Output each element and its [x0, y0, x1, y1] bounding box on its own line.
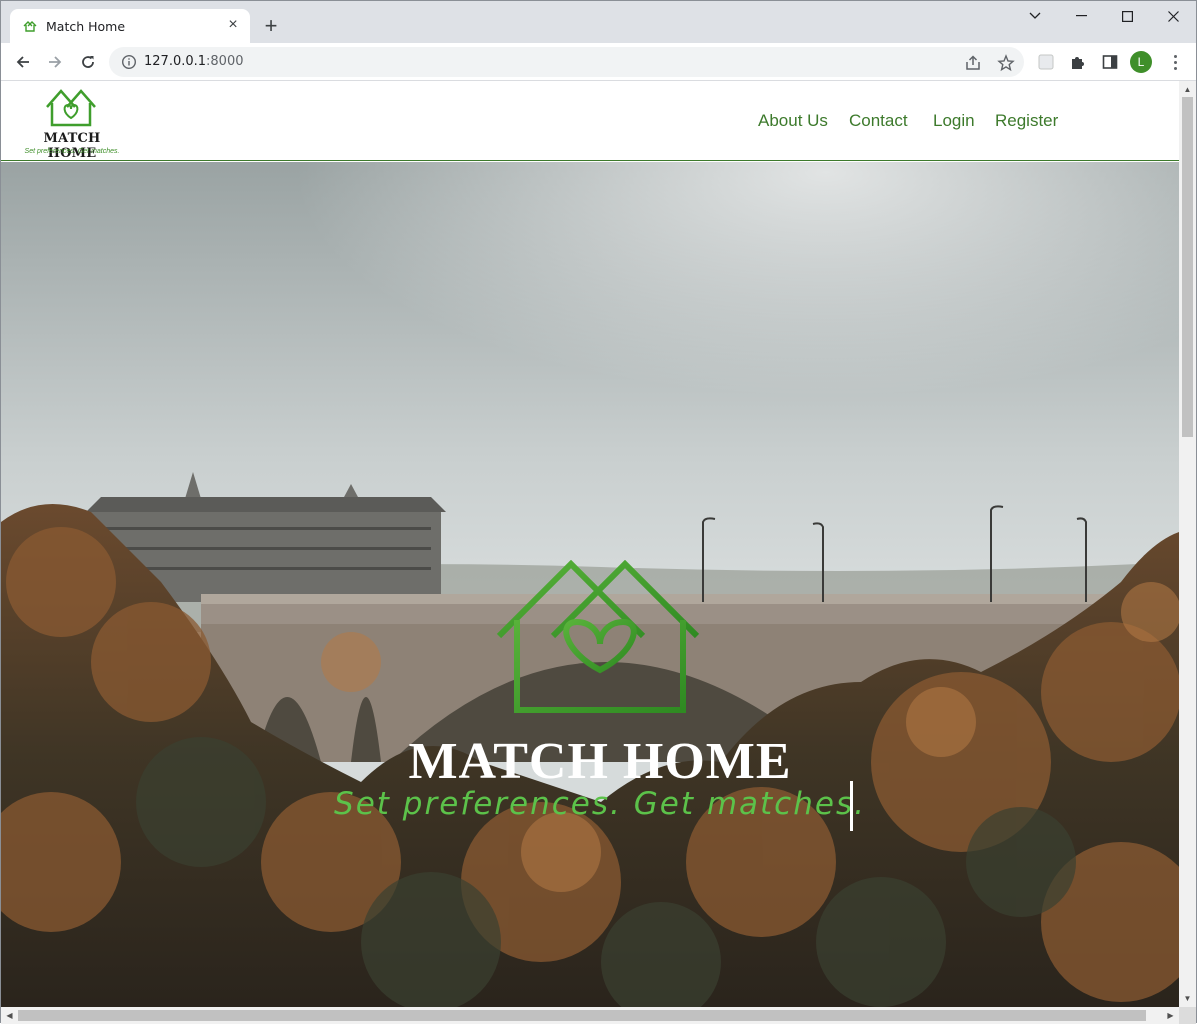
- url-port: :8000: [206, 54, 244, 69]
- maximize-button[interactable]: [1104, 5, 1150, 27]
- browser-menu-icon[interactable]: [1165, 51, 1185, 73]
- puzzle-icon: [1072, 57, 1084, 69]
- reload-icon: [82, 56, 94, 68]
- site-header: MATCH HOME Set preferences. Get matches.…: [1, 81, 1179, 161]
- scroll-down-icon[interactable]: ▼: [1183, 994, 1192, 1003]
- nav-about-us[interactable]: About Us: [758, 111, 828, 131]
- house-heart-icon: [23, 21, 37, 32]
- scroll-right-icon[interactable]: ▶: [1166, 1011, 1175, 1020]
- reload-button[interactable]: [76, 50, 100, 74]
- chevron-down-icon: [1029, 12, 1041, 19]
- extensions-button[interactable]: [1068, 52, 1088, 72]
- brand-name[interactable]: MATCH HOME: [21, 131, 123, 161]
- tab-close-icon[interactable]: ×: [224, 16, 242, 34]
- minimize-button[interactable]: [1058, 5, 1104, 27]
- brand-tagline: Set preferences. Get matches.: [24, 148, 120, 155]
- address-bar[interactable]: 127.0.0.1:8000: [109, 47, 1024, 77]
- hero-logo-icon: [496, 560, 700, 713]
- tab-title: Match Home: [46, 19, 126, 34]
- scroll-up-icon[interactable]: ▲: [1183, 85, 1192, 94]
- profile-avatar[interactable]: L: [1130, 51, 1152, 73]
- page-viewport: MATCH HOME Set preferences. Get matches.…: [1, 81, 1179, 1007]
- scroll-left-icon[interactable]: ◀: [5, 1011, 14, 1020]
- back-arrow-icon: [16, 56, 29, 68]
- tab-strip: Match Home × +: [1, 1, 1196, 43]
- tab-search-button[interactable]: [1012, 5, 1058, 27]
- forward-button[interactable]: [43, 50, 67, 74]
- side-panel-icon: [1102, 55, 1118, 69]
- url-host: 127.0.0.1: [144, 54, 207, 69]
- minimize-icon: [1075, 15, 1087, 17]
- share-icon[interactable]: [964, 54, 982, 72]
- url-text: 127.0.0.1:8000: [144, 54, 244, 69]
- hero-tagline: Set preferences. Get matches.: [334, 786, 866, 822]
- scrollbar-corner: [1179, 1007, 1196, 1024]
- hero-title: MATCH HOME: [408, 733, 792, 790]
- vertical-scroll-thumb[interactable]: [1182, 97, 1193, 437]
- browser-toolbar: 127.0.0.1:8000 L: [1, 43, 1196, 81]
- close-window-button[interactable]: [1150, 5, 1196, 27]
- nav-register[interactable]: Register: [995, 111, 1058, 131]
- star-icon[interactable]: [997, 54, 1015, 72]
- extension-icon[interactable]: [1036, 52, 1056, 72]
- maximize-icon: [1121, 10, 1133, 22]
- horizontal-scrollbar[interactable]: ◀ ▶: [1, 1007, 1179, 1024]
- nav-contact[interactable]: Contact: [849, 111, 908, 131]
- browser-window: Match Home × + 127.0.0.1:8000 L MATCH HO…: [0, 0, 1197, 1024]
- vertical-scrollbar[interactable]: ▲ ▼: [1179, 81, 1196, 1007]
- match-home-logo-icon[interactable]: [43, 85, 99, 129]
- info-icon[interactable]: [121, 54, 137, 70]
- side-panel-button[interactable]: [1100, 52, 1120, 72]
- close-icon: [1167, 10, 1179, 22]
- horizontal-scroll-thumb[interactable]: [18, 1010, 1146, 1021]
- tab-match-home[interactable]: Match Home ×: [10, 9, 250, 43]
- forward-arrow-icon: [49, 56, 62, 68]
- typing-caret: [850, 781, 853, 831]
- hero-section: MATCH HOME Set preferences. Get matches.: [1, 162, 1179, 1007]
- back-button[interactable]: [11, 50, 35, 74]
- grid-extension-icon: [1038, 54, 1054, 70]
- nav-login[interactable]: Login: [933, 111, 975, 131]
- new-tab-button[interactable]: +: [259, 14, 283, 38]
